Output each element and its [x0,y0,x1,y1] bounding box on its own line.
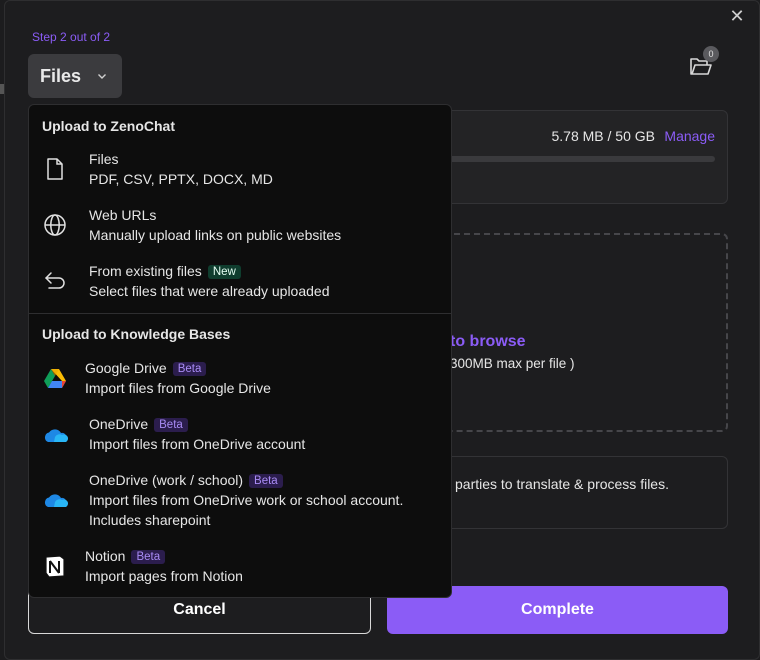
close-icon[interactable]: ✕ [727,6,747,26]
beta-badge: Beta [172,362,207,376]
chevron-down-icon [98,74,107,79]
menu-item-title: OneDrive (work / school) [89,472,244,488]
step-indicator: Step 2 out of 2 [32,30,111,44]
menu-item-onedrive[interactable]: OneDrive Beta Import files from OneDrive … [29,414,451,460]
menu-divider [29,313,451,314]
menu-item-title: Google Drive [85,360,167,376]
globe-icon [42,212,68,238]
manage-link[interactable]: Manage [664,128,715,144]
menu-item-google-drive[interactable]: Google Drive Beta Import files from Googl… [29,358,451,404]
onedrive-icon [42,422,68,448]
storage-usage: 5.78 MB / 50 GB [551,128,656,144]
notice-text: parties to translate & process files. [455,476,669,492]
menu-item-desc: Select files that were already uploaded [89,283,330,299]
menu-item-desc: Import files from OneDrive work or schoo… [89,492,404,508]
menu-item-desc: Import files from OneDrive account [89,436,306,452]
menu-item-desc: Import files from Google Drive [85,380,271,396]
menu-item-title-row: OneDrive (work / school) Beta [89,472,283,488]
menu-item-title-row: Google Drive Beta [85,360,207,376]
menu-item-title-row: Notion Beta [85,548,166,564]
menu-item-web-urls[interactable]: Web URLs Manually upload links on public… [29,205,451,251]
google-drive-icon [42,366,68,392]
menu-item-desc: PDF, CSV, PPTX, DOCX, MD [89,171,273,187]
browse-link[interactable]: to browse [450,333,526,351]
menu-item-onedrive-work[interactable]: OneDrive (work / school) Beta Import file… [29,470,451,536]
source-menu: Upload to ZenoChat Files PDF, CSV, PPTX,… [28,104,452,598]
selected-count-badge: 0 [703,46,719,62]
beta-badge: Beta [131,550,166,564]
beta-badge: Beta [154,418,188,432]
section-heading-zenochat: Upload to ZenoChat [42,118,175,134]
file-icon [42,156,68,182]
source-dropdown-label: Files [40,65,82,86]
menu-item-title: OneDrive [89,416,149,432]
onedrive-icon [42,487,68,513]
menu-item-desc: Import pages from Notion [85,568,243,584]
menu-item-desc: Manually upload links on public websites [89,227,342,243]
section-heading-knowledge-bases: Upload to Knowledge Bases [42,326,231,342]
menu-item-existing-files[interactable]: From existing files New Select files that… [29,261,451,307]
menu-item-title: Web URLs [89,207,157,223]
menu-item-files[interactable]: Files PDF, CSV, PPTX, DOCX, MD [29,149,451,195]
notion-icon [42,553,68,579]
menu-item-notion[interactable]: Notion Beta Import pages from Notion [29,546,451,592]
return-arrow-icon [42,268,68,294]
source-dropdown-button[interactable]: Files [28,54,122,98]
dropzone-limit: 300MB max per file ) [450,356,575,371]
menu-item-title-row: OneDrive Beta [89,416,188,432]
menu-item-desc-line2: Includes sharepoint [89,512,211,528]
menu-item-title-row: From existing files New [89,263,241,279]
new-badge: New [207,265,241,279]
beta-badge: Beta [249,474,283,488]
menu-item-title: Files [89,151,119,167]
menu-item-title: Notion [85,548,126,564]
menu-item-title: From existing files [89,263,202,279]
